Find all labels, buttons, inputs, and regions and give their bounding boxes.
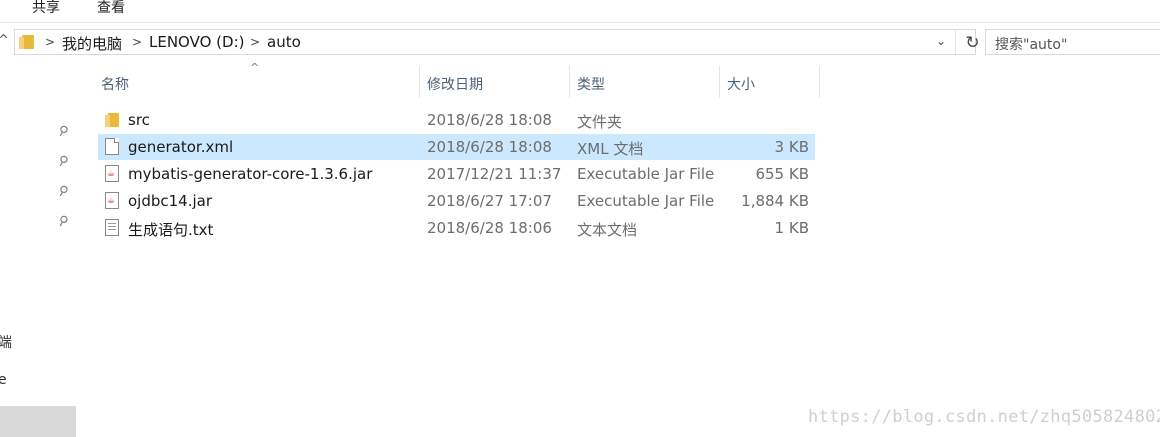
chevron-right-icon[interactable]: > [132, 35, 142, 49]
file-name: src [128, 111, 150, 129]
nav-item-label[interactable]: 端 [0, 332, 12, 352]
file-name: generator.xml [128, 138, 234, 156]
breadcrumb-drive[interactable]: LENOVO (D:) [149, 33, 244, 51]
breadcrumb-this-pc[interactable]: 我的电脑 [62, 33, 122, 54]
ribbon-tab-view[interactable]: 查看 [97, 0, 125, 17]
file-date: 2017/12/21 11:37 [427, 165, 562, 183]
file-name: mybatis-generator-core-1.3.6.jar [128, 165, 373, 183]
file-date: 2018/6/28 18:06 [427, 219, 552, 237]
file-date: 2018/6/27 17:07 [427, 192, 552, 210]
file-type: Executable Jar File [577, 192, 715, 210]
column-header-type[interactable]: 类型 [577, 74, 605, 106]
file-name: 生成语句.txt [128, 221, 214, 239]
refresh-icon[interactable]: ↻ [955, 30, 989, 56]
file-type: 文本文档 [577, 221, 638, 239]
search-input[interactable]: 搜索"auto" [985, 29, 1160, 55]
chevron-right-icon[interactable]: > [250, 35, 260, 49]
nav-item-selected[interactable] [0, 406, 76, 437]
address-row: ^ > 我的电脑 > LENOVO (D:) > auto ⌄ ↻ 搜索"aut… [0, 29, 1160, 59]
file-row-selected[interactable]: generator.xml 2018/6/28 18:08 XML 文档 3 K… [98, 134, 815, 160]
pin-icon[interactable]: ⚲ [55, 213, 71, 231]
column-divider[interactable] [569, 66, 570, 98]
file-type: Executable Jar File [577, 165, 715, 183]
jar-file-icon: ☕ [105, 192, 119, 209]
file-name: ojdbc14.jar [128, 192, 213, 210]
column-divider[interactable] [719, 66, 720, 98]
breadcrumb-auto[interactable]: auto [267, 33, 301, 51]
folder-icon [19, 35, 34, 49]
navigation-pane: ⚲ ⚲ ⚲ ⚲ 端 e [0, 60, 78, 437]
file-row[interactable]: 生成语句.txt 2018/6/28 18:06 文本文档 1 KB [98, 215, 815, 241]
folder-icon [105, 113, 119, 127]
ribbon: 共享 查看 [0, 0, 1160, 23]
file-row[interactable]: ☕ ojdbc14.jar 2018/6/27 17:07 Executable… [98, 188, 815, 214]
file-date: 2018/6/28 18:08 [427, 138, 552, 156]
file-size: 1 KB [774, 219, 809, 237]
file-type: 文件夹 [577, 113, 623, 131]
pin-icon[interactable]: ⚲ [55, 153, 71, 171]
column-divider[interactable] [419, 66, 420, 98]
file-row[interactable]: src 2018/6/28 18:08 文件夹 [98, 107, 815, 133]
file-type: XML 文档 [577, 140, 644, 158]
watermark: https://blog.csdn.net/zhq505824802 [808, 407, 1160, 427]
sort-ascending-icon: ^ [250, 61, 260, 74]
chevron-down-icon[interactable]: ⌄ [936, 34, 946, 48]
xml-file-icon [105, 138, 119, 155]
nav-item-label[interactable]: e [0, 372, 7, 388]
column-header-date[interactable]: 修改日期 [427, 74, 483, 106]
column-divider[interactable] [819, 66, 820, 98]
file-row[interactable]: ☕ mybatis-generator-core-1.3.6.jar 2017/… [98, 161, 815, 187]
file-date: 2018/6/28 18:08 [427, 111, 552, 129]
recent-locations-icon[interactable]: ^ [0, 33, 9, 48]
pin-icon[interactable]: ⚲ [55, 183, 71, 201]
jar-file-icon: ☕ [105, 165, 119, 182]
file-size: 655 KB [755, 165, 809, 183]
text-file-icon [105, 219, 119, 236]
file-size: 3 KB [774, 138, 809, 156]
address-bar[interactable]: > 我的电脑 > LENOVO (D:) > auto ⌄ ↻ [14, 29, 980, 56]
ribbon-tab-share[interactable]: 共享 [32, 0, 60, 17]
column-header-size[interactable]: 大小 [727, 74, 755, 106]
pin-icon[interactable]: ⚲ [55, 123, 71, 141]
chevron-right-icon[interactable]: > [45, 35, 55, 49]
column-header-name[interactable]: 名称 [101, 74, 129, 106]
file-size: 1,884 KB [741, 192, 809, 210]
